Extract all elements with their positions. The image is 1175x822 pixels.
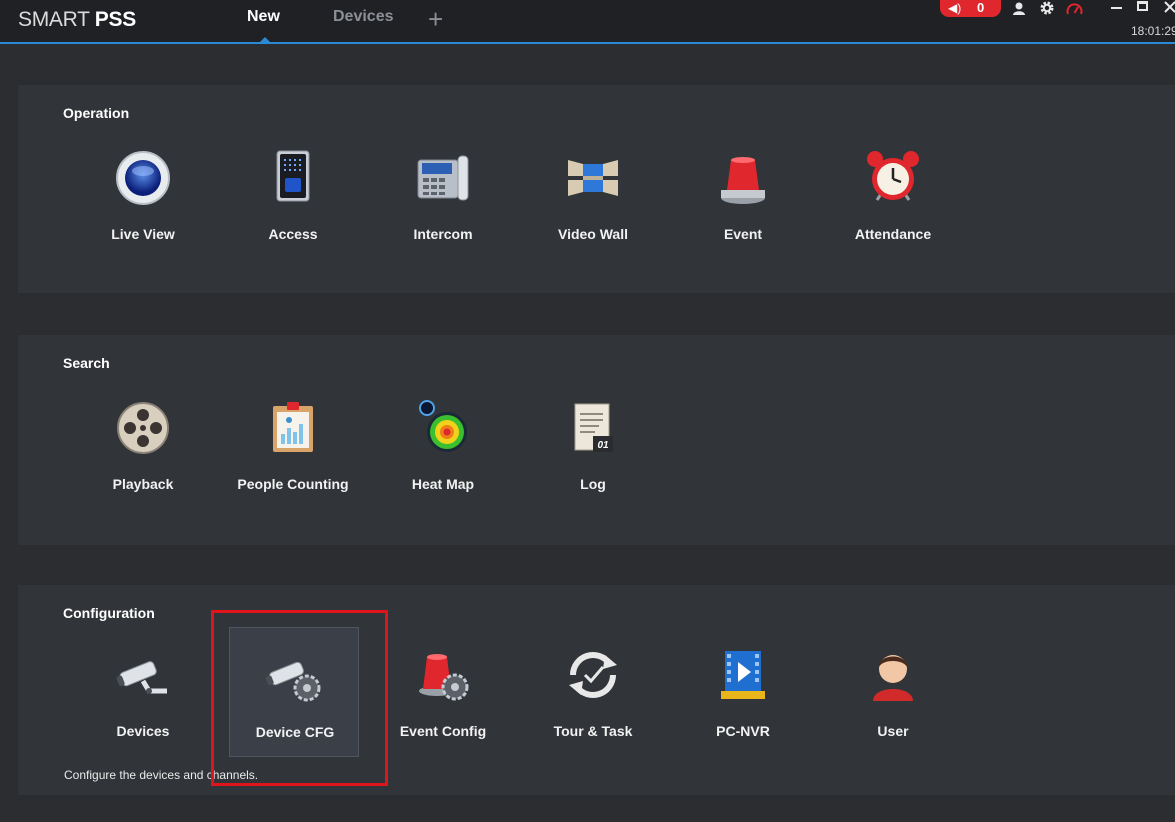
tile-device-cfg[interactable]: Device CFG: [229, 627, 359, 757]
gear-icon[interactable]: [1039, 0, 1055, 16]
tile-event-config[interactable]: Event Config: [378, 627, 508, 757]
tile-intercom[interactable]: Intercom: [378, 130, 508, 260]
tile-label: Intercom: [413, 226, 473, 242]
section-title-configuration: Configuration: [63, 605, 155, 621]
tile-label: PC-NVR: [716, 723, 770, 739]
live-view-icon: [116, 151, 170, 205]
clock: 18:01:29: [1131, 24, 1175, 38]
playback-icon: [117, 402, 169, 454]
tile-log[interactable]: 01 Log: [528, 380, 658, 510]
tile-devices[interactable]: Devices: [78, 627, 208, 757]
active-tab-indicator: [259, 37, 271, 43]
tile-label: Devices: [116, 723, 170, 739]
tile-label: Playback: [112, 476, 174, 492]
log-icon: 01: [574, 403, 613, 452]
tab-new[interactable]: New: [247, 8, 280, 26]
user-icon: [873, 655, 913, 701]
attendance-icon: [867, 151, 919, 201]
tile-label: Tour & Task: [553, 723, 633, 739]
tile-user[interactable]: User: [828, 627, 958, 757]
tile-label: People Counting: [237, 476, 349, 492]
tab-devices[interactable]: Devices: [333, 8, 394, 26]
user-icon[interactable]: [1012, 1, 1026, 17]
event-icon: [721, 157, 765, 204]
alarm-count: 0: [977, 0, 985, 15]
configuration-panel: Configuration Devices Device CFG Event C…: [18, 585, 1175, 795]
section-title-search: Search: [63, 355, 110, 371]
tile-label: Device CFG: [255, 724, 335, 740]
tile-label: Access: [268, 226, 318, 242]
access-icon: [276, 150, 310, 202]
operation-panel: Operation Live View Access Intercom Vide…: [18, 85, 1175, 293]
heat-map-icon: [419, 400, 467, 452]
tile-label: Log: [580, 476, 606, 492]
tile-label: User: [877, 723, 909, 739]
device-cfg-icon: [265, 661, 321, 702]
video-wall-icon: [568, 160, 618, 196]
intercom-icon: [417, 155, 469, 201]
tile-pc-nvr[interactable]: PC-NVR: [678, 627, 808, 757]
search-panel: Search Playback People Counting Heat Map…: [18, 335, 1175, 545]
people-counting-icon: [273, 402, 313, 452]
speaker-icon: ◀): [948, 1, 962, 15]
title-bar: SMART PSS New Devices + ◀) 0 18:01:29: [0, 0, 1175, 44]
performance-icon[interactable]: [1066, 2, 1083, 16]
close-icon[interactable]: [1164, 1, 1175, 13]
tile-label: Event: [723, 226, 763, 242]
tile-tour-task[interactable]: Tour & Task: [528, 627, 658, 757]
tile-people-counting[interactable]: People Counting: [228, 380, 358, 510]
maximize-icon[interactable]: [1137, 1, 1148, 11]
alarm-badge[interactable]: ◀) 0: [940, 0, 1001, 17]
app-logo: SMART PSS: [18, 8, 136, 31]
tile-label: Heat Map: [411, 476, 475, 492]
tile-video-wall[interactable]: Video Wall: [528, 130, 658, 260]
tile-live-view[interactable]: Live View: [78, 130, 208, 260]
tile-access[interactable]: Access: [228, 130, 358, 260]
pc-nvr-icon: [721, 651, 765, 699]
tour-task-icon: [569, 652, 617, 698]
tile-playback[interactable]: Playback: [78, 380, 208, 510]
devices-icon: [116, 661, 167, 694]
section-title-operation: Operation: [63, 105, 130, 121]
event-config-icon: [419, 654, 469, 701]
tile-label: Attendance: [854, 226, 932, 242]
svg-text:01: 01: [597, 440, 609, 451]
tile-attendance[interactable]: Attendance: [828, 130, 958, 260]
minimize-icon[interactable]: [1110, 1, 1123, 13]
tile-label: Video Wall: [557, 226, 628, 242]
tile-label: Live View: [111, 226, 175, 242]
config-hint: Configure the devices and channels.: [64, 768, 259, 782]
tile-event[interactable]: Event: [678, 130, 808, 260]
tile-heat-map[interactable]: Heat Map: [378, 380, 508, 510]
tile-label: Event Config: [399, 723, 487, 739]
add-tab-button[interactable]: +: [428, 6, 443, 32]
